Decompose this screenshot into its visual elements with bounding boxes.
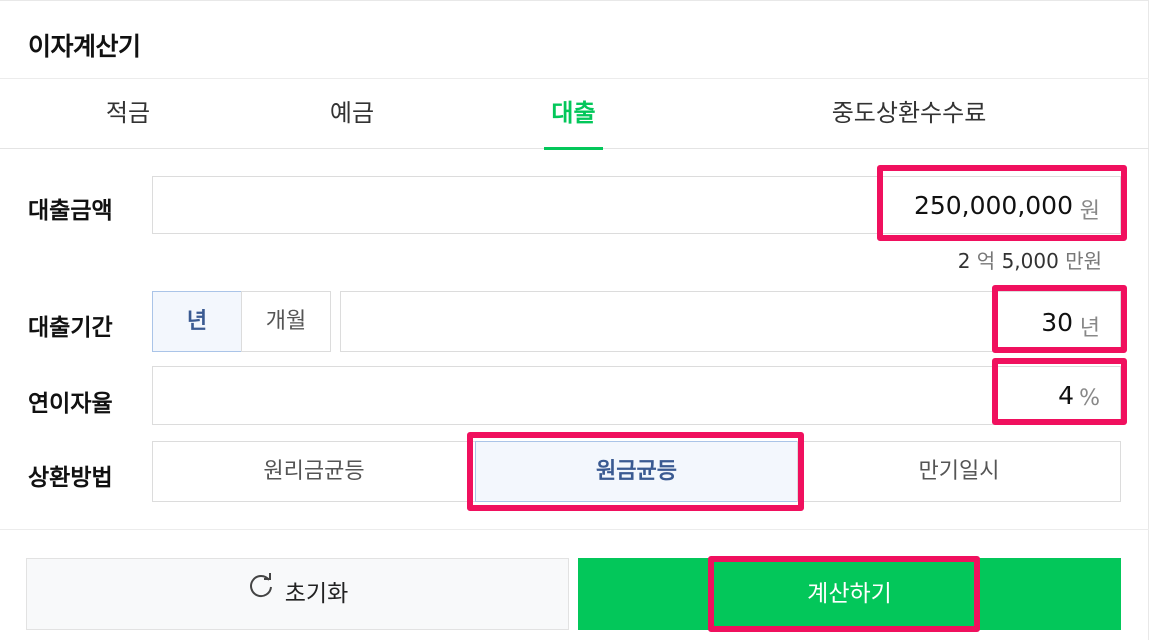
interest-rate-input[interactable]: 4 % xyxy=(152,366,1121,425)
interest-rate-unit: % xyxy=(1079,386,1100,411)
repayment-method-label: 상환방법 xyxy=(28,465,113,491)
loan-amount-korean-hint: 2 억 5,000 만원 xyxy=(958,245,1102,274)
repayment-equal-principal-interest[interactable]: 원리금균등 xyxy=(152,441,476,502)
interest-rate-value: 4 xyxy=(1058,381,1074,410)
loan-period-label: 대출기간 xyxy=(28,315,113,341)
refresh-icon xyxy=(247,558,275,628)
loan-period-value: 30 xyxy=(1041,308,1073,337)
tab-savings[interactable]: 적금 xyxy=(100,79,156,149)
loan-amount-value: 250,000,000 xyxy=(913,191,1073,220)
title-bar: 이자계산기 xyxy=(0,1,1149,79)
repayment-equal-principal[interactable]: 원금균등 xyxy=(475,441,798,502)
period-unit-month[interactable]: 개월 xyxy=(241,291,331,352)
tab-deposit[interactable]: 예금 xyxy=(324,79,380,149)
repayment-bullet[interactable]: 만기일시 xyxy=(797,441,1121,502)
section-divider xyxy=(0,529,1149,530)
hint-unit-man: 만원 xyxy=(1065,249,1102,273)
period-unit-year[interactable]: 년 xyxy=(152,291,242,352)
hint-number-eok: 2 xyxy=(957,249,971,273)
reset-button-label: 초기화 xyxy=(284,581,349,607)
loan-amount-label: 대출금액 xyxy=(28,198,113,224)
loan-period-input[interactable]: 30 년 xyxy=(340,291,1121,352)
hint-unit-eok: 억 xyxy=(976,249,996,273)
interest-rate-label: 연이자율 xyxy=(28,391,113,417)
loan-period-unit: 년 xyxy=(1079,316,1100,341)
reset-button[interactable]: 초기화 xyxy=(26,558,569,630)
tab-prepayment-fee[interactable]: 중도상환수수료 xyxy=(820,79,998,149)
hint-number-man: 5,000 xyxy=(1001,249,1059,273)
tab-bar: 적금 예금 대출 중도상환수수료 xyxy=(0,79,1149,150)
loan-amount-unit: 원 xyxy=(1079,199,1100,224)
loan-amount-input[interactable]: 250,000,000 원 xyxy=(152,176,1121,234)
calculate-button[interactable]: 계산하기 xyxy=(578,558,1121,630)
tab-loan[interactable]: 대출 xyxy=(544,79,603,150)
calculator-panel: 이자계산기 적금 예금 대출 중도상환수수료 대출금액 250,000,000 … xyxy=(0,0,1149,640)
page-title: 이자계산기 xyxy=(28,32,141,61)
